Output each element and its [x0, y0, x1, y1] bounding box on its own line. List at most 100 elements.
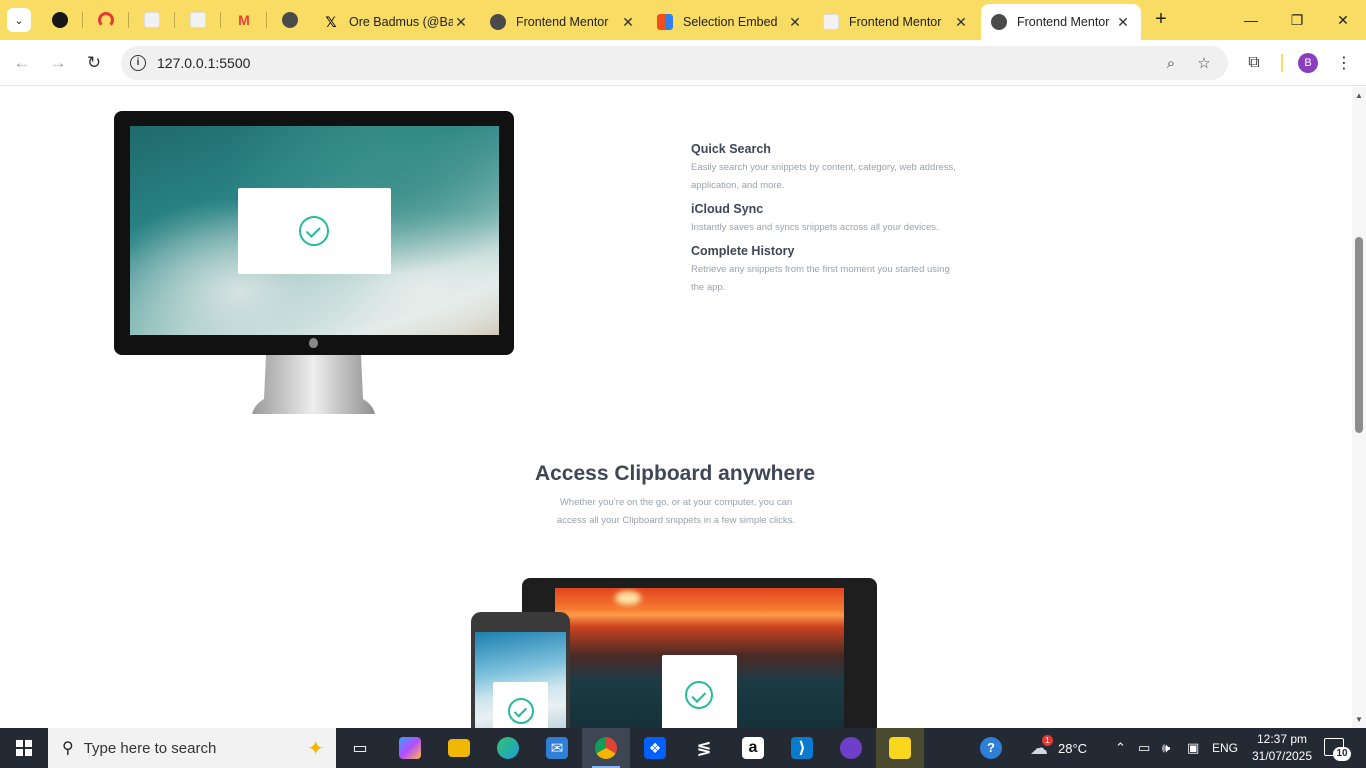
- dropbox-button[interactable]: ❖: [631, 728, 679, 768]
- globe-icon: [991, 14, 1007, 30]
- capcut-button[interactable]: ≶: [680, 728, 728, 768]
- feature-title: Complete History: [691, 244, 795, 258]
- access-section-description: Whether you’re on the go, or at your com…: [556, 497, 796, 526]
- tablet-app-card: [662, 655, 737, 728]
- address-bar[interactable]: i 127.0.0.1:5500 ⌕ ☆: [121, 46, 1228, 80]
- edge-icon: [497, 737, 519, 759]
- sticky-notes-button[interactable]: [876, 728, 924, 768]
- tab-search-chevron-icon[interactable]: ⌄: [7, 8, 31, 32]
- doc-icon: [144, 12, 160, 28]
- tab-title: Frontend Mentor: [1017, 15, 1110, 29]
- pinned-tab-gmail[interactable]: M: [229, 8, 259, 32]
- site-info-icon[interactable]: i: [130, 55, 146, 71]
- url-text[interactable]: 127.0.0.1:5500: [157, 55, 250, 71]
- sun-glow: [615, 591, 641, 605]
- scroll-down-arrow-icon[interactable]: ▼: [1355, 715, 1363, 724]
- copilot-icon: [399, 737, 421, 759]
- mail-button[interactable]: ✉: [533, 728, 581, 768]
- globe-icon: [490, 14, 506, 30]
- feature-description: Instantly saves and syncs snippets acros…: [691, 222, 939, 233]
- close-tab-icon[interactable]: ✕: [620, 14, 636, 31]
- page-scrollbar[interactable]: ▲ ▼: [1352, 87, 1366, 728]
- help-button[interactable]: ?: [980, 728, 1002, 768]
- new-tab-button[interactable]: +: [1150, 8, 1172, 32]
- close-tab-icon[interactable]: ✕: [787, 14, 803, 31]
- minimize-button[interactable]: —: [1228, 0, 1274, 40]
- phone-screen-sky-image: [475, 632, 566, 728]
- dropbox-icon: ❖: [644, 737, 666, 759]
- imac-app-card: [238, 188, 391, 274]
- feature-description: Retrieve any snippets from the first mom…: [691, 264, 950, 293]
- tray-chevron-icon[interactable]: ⌃: [1115, 728, 1126, 768]
- tablet-screen-sunset-image: [555, 588, 844, 728]
- temperature-text: 28°C: [1058, 740, 1088, 756]
- check-circle-icon: [685, 681, 713, 709]
- tab-selection-embed[interactable]: Selection Embed ✕: [647, 4, 813, 40]
- x-logo-icon: 𝕏: [325, 13, 337, 30]
- tab-twitter[interactable]: 𝕏 Ore Badmus (@Ba ✕: [313, 4, 479, 40]
- imac-screen-ocean-image: [130, 126, 499, 335]
- back-button[interactable]: ←: [10, 51, 34, 75]
- close-tab-icon[interactable]: ✕: [953, 14, 969, 31]
- profile-avatar[interactable]: B: [1298, 53, 1318, 73]
- globe-icon: [282, 12, 298, 28]
- help-icon: ?: [980, 737, 1002, 759]
- chrome-menu-icon[interactable]: ⋮: [1332, 51, 1356, 75]
- pinned-tab-globe[interactable]: [275, 8, 305, 32]
- start-button[interactable]: [0, 728, 48, 768]
- feature-title: iCloud Sync: [691, 202, 764, 216]
- tab-title: Frontend Mentor: [849, 15, 942, 29]
- windows-taskbar: ⚲ Type here to search ✦ ▭ ✉ ❖ ≶ a ⟩ ? ☁: [0, 728, 1366, 768]
- tab-title: Frontend Mentor: [516, 15, 609, 29]
- check-circle-icon: [299, 216, 329, 246]
- file-explorer-button[interactable]: [435, 728, 483, 768]
- browser-tab-strip: ⌄ M 𝕏 Ore Badmus (@Ba ✕ Frontend Mentor …: [0, 0, 1366, 40]
- feature-item: Complete History Retrieve any snippets f…: [691, 244, 991, 297]
- tab-frontend-mentor-2[interactable]: Frontend Mentor ✕: [813, 4, 979, 40]
- pinned-tab-doc-2[interactable]: [183, 8, 213, 32]
- reload-button[interactable]: ↻: [82, 51, 106, 75]
- mail-icon: ✉: [546, 737, 568, 759]
- figma-icon: [657, 14, 673, 30]
- bookmark-star-icon[interactable]: ☆: [1194, 53, 1214, 73]
- pinned-tab-github[interactable]: [45, 8, 75, 32]
- taskbar-clock[interactable]: 12:37 pm 31/07/2025: [1247, 731, 1317, 765]
- zoom-icon[interactable]: ⌕: [1161, 53, 1181, 73]
- restore-button[interactable]: ❐: [1274, 0, 1320, 40]
- close-tab-icon[interactable]: ✕: [1115, 14, 1131, 31]
- tab-title: Selection Embed: [683, 15, 778, 29]
- feature-title: Quick Search: [691, 142, 771, 156]
- close-tab-icon[interactable]: ✕: [453, 14, 469, 31]
- chrome-icon: [595, 737, 617, 759]
- close-window-button[interactable]: ✕: [1320, 0, 1366, 40]
- tab-separator: [266, 12, 267, 28]
- edge-button[interactable]: [484, 728, 532, 768]
- tab-frontend-mentor-1[interactable]: Frontend Mentor ✕: [480, 4, 646, 40]
- tab-frontend-mentor-active[interactable]: Frontend Mentor ✕: [981, 4, 1141, 40]
- tablet-illustration: [522, 578, 877, 728]
- scrollbar-thumb[interactable]: [1355, 237, 1363, 433]
- capcut-icon: ≶: [696, 737, 712, 758]
- search-icon: ⚲: [62, 740, 74, 757]
- chrome-button[interactable]: [582, 728, 630, 768]
- battery-icon[interactable]: ▭: [1138, 728, 1150, 768]
- weather-widget[interactable]: ☁ 1 28°C: [1030, 728, 1087, 768]
- scroll-up-arrow-icon[interactable]: ▲: [1355, 91, 1363, 100]
- vscode-button[interactable]: ⟩: [778, 728, 826, 768]
- github-desktop-button[interactable]: [827, 728, 875, 768]
- extensions-puzzle-icon[interactable]: ⧉: [1242, 51, 1266, 75]
- volume-icon[interactable]: 🕪: [1162, 728, 1170, 768]
- tab-separator: [174, 12, 175, 28]
- task-view-button[interactable]: ▭: [336, 728, 384, 768]
- vscode-icon: ⟩: [791, 737, 813, 759]
- feature-item: Quick Search Easily search your snippets…: [691, 142, 991, 195]
- feature-description: Easily search your snippets by content, …: [691, 162, 956, 191]
- language-indicator[interactable]: ENG: [1212, 728, 1238, 768]
- camera-icon[interactable]: ▣: [1187, 728, 1199, 768]
- pinned-tab-speedometer[interactable]: [91, 8, 121, 32]
- taskbar-search-box[interactable]: ⚲ Type here to search ✦: [48, 728, 336, 768]
- copilot-button[interactable]: [386, 728, 434, 768]
- forward-button[interactable]: →: [46, 51, 70, 75]
- pinned-tab-doc-1[interactable]: [137, 8, 167, 32]
- amazon-button[interactable]: a: [729, 728, 777, 768]
